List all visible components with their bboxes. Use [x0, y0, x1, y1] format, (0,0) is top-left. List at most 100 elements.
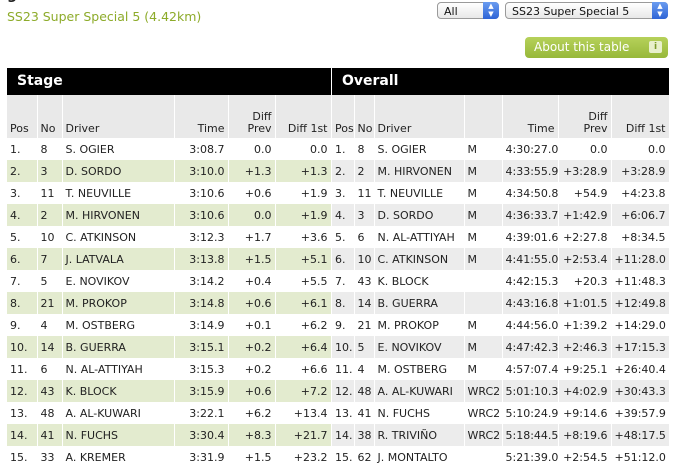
- overall-cell: +3:28.9: [611, 160, 670, 182]
- stage-cell: J. LATVALA: [62, 248, 175, 270]
- table-row[interactable]: 3. 11 T. NEUVILLE 3:10.6 +0.6 +1.9: [7, 182, 332, 204]
- overall-cell: 62: [354, 446, 375, 468]
- class-select[interactable]: All ▲ ▼: [437, 2, 499, 19]
- stage-cell: 8.: [7, 292, 38, 314]
- up-down-arrows-icon: ▲ ▼: [652, 2, 668, 19]
- stage-cell: 41: [37, 424, 63, 446]
- table-row[interactable]: 2. 2 M. HIRVONEN M 4:33:55.9 +3:28.9 +3:28.9: [332, 160, 670, 182]
- table-row[interactable]: 10. 5 E. NOVIKOV M 4:47:42.3 +2:46.3 +17:15.3: [332, 336, 670, 358]
- table-row[interactable]: 1. 8 S. OGIER M 4:30:27.0 0.0 0.0: [332, 138, 670, 160]
- stage-cell: +1.5: [228, 248, 276, 270]
- overall-cell: S. OGIER: [374, 138, 465, 160]
- overall-cell: D. SORDO: [374, 204, 465, 226]
- table-row[interactable]: 11. 4 M. OSTBERG M 4:57:07.4 +9:25.1 +26:40.4: [332, 358, 670, 380]
- stage-cell: 2.: [7, 160, 38, 182]
- table-row[interactable]: 8. 21 M. PROKOP 3:14.8 +0.6 +6.1: [7, 292, 332, 314]
- table-row[interactable]: 4. 3 D. SORDO M 4:36:33.7 +1:42.9 +6:06.7: [332, 204, 670, 226]
- table-row[interactable]: 1. 8 S. OGIER 3:08.7 0.0 0.0: [7, 138, 332, 160]
- overall-cell: 43: [354, 270, 375, 292]
- overall-cell: 5: [354, 336, 375, 358]
- overall-cell: +14:29.0: [611, 314, 670, 336]
- stage-cell: 5.: [7, 226, 38, 248]
- overall-column-header: [464, 95, 503, 138]
- stage-cell: +1.3: [275, 160, 332, 182]
- stage-cell: 14: [37, 336, 63, 358]
- table-row[interactable]: 13. 48 A. AL-KUWARI 3:22.1 +6.2 +13.4: [7, 402, 332, 424]
- overall-cell: 5:18:44.5: [502, 424, 559, 446]
- stage-cell: +6.2: [275, 314, 332, 336]
- stage-cell: 3:13.8: [174, 248, 229, 270]
- table-row[interactable]: 10. 14 B. GUERRA 3:15.1 +0.2 +6.4: [7, 336, 332, 358]
- overall-cell: 14.: [332, 424, 355, 446]
- overall-cell: 15.: [332, 446, 355, 468]
- overall-cell: 8: [354, 138, 375, 160]
- stage-select[interactable]: SS23 Super Special 5 ▲ ▼: [505, 2, 668, 19]
- stage-column-header: Time: [174, 95, 229, 138]
- overall-cell: 3.: [332, 182, 355, 204]
- stage-cell: 13.: [7, 402, 38, 424]
- stage-results-table: Pos No Driver Time Diff Prev Diff 1st 1. 8 S. O…: [7, 95, 332, 468]
- stage-cell: +1.7: [228, 226, 276, 248]
- stage-cell: 3:30.4: [174, 424, 229, 446]
- stage-cell: D. SORDO: [62, 160, 175, 182]
- stage-cell: 4: [37, 314, 63, 336]
- stage-cell: 48: [37, 402, 63, 424]
- overall-cell: +2:46.3: [558, 336, 612, 358]
- overall-cell: M: [464, 358, 503, 380]
- table-row[interactable]: 5. 6 N. AL-ATTIYAH M 4:39:01.6 +2:27.8 +8:34.5: [332, 226, 670, 248]
- table-row[interactable]: 13. 41 N. FUCHS WRC2 5:10:24.9 +9:14.6 +39:57.…: [332, 402, 670, 424]
- stage-cell: 5: [37, 270, 63, 292]
- overall-cell: A. AL-KUWARI: [374, 380, 465, 402]
- overall-column-header: Pos: [332, 95, 355, 138]
- stage-cell: 4.: [7, 204, 38, 226]
- table-row[interactable]: 9. 4 M. OSTBERG 3:14.9 +0.1 +6.2: [7, 314, 332, 336]
- overall-cell: M: [464, 226, 503, 248]
- overall-cell: R. TRIVIÑO: [374, 424, 465, 446]
- overall-cell: 21: [354, 314, 375, 336]
- overall-cell: +12:49.8: [611, 292, 670, 314]
- table-row[interactable]: 7. 5 E. NOVIKOV 3:14.2 +0.4 +5.5: [7, 270, 332, 292]
- table-row[interactable]: 15. 62 J. MONTALTO 5:21:39.0 +2:54.5 +51:12.0: [332, 446, 670, 468]
- overall-column-header: Time: [502, 95, 559, 138]
- table-row[interactable]: 14. 41 N. FUCHS 3:30.4 +8.3 +21.7: [7, 424, 332, 446]
- overall-cell: +51:12.0: [611, 446, 670, 468]
- stage-header-row: Pos No Driver Time Diff Prev Diff 1st: [7, 95, 332, 138]
- table-row[interactable]: 4. 2 M. HIRVONEN 3:10.6 0.0 +1.9: [7, 204, 332, 226]
- overall-cell: 5.: [332, 226, 355, 248]
- table-row[interactable]: 12. 48 A. AL-KUWARI WRC2 5:01:10.3 +4:02.9 +30…: [332, 380, 670, 402]
- stage-cell: +0.2: [228, 358, 276, 380]
- table-row[interactable]: 2. 3 D. SORDO 3:10.0 +1.3 +1.3: [7, 160, 332, 182]
- stage-cell: 3:12.3: [174, 226, 229, 248]
- stage-cell: 12.: [7, 380, 38, 402]
- overall-cell: 4:34:50.8: [502, 182, 559, 204]
- table-row[interactable]: 7. 43 K. BLOCK 4:42:15.3 +20.3 +11:48.3: [332, 270, 670, 292]
- stage-cell: 7: [37, 248, 63, 270]
- overall-cell: 2.: [332, 160, 355, 182]
- stage-cell: +23.2: [275, 446, 332, 468]
- stage-cell: 3:15.3: [174, 358, 229, 380]
- table-row[interactable]: 8. 14 B. GUERRA 4:43:16.8 +1:01.5 +12:49.8: [332, 292, 670, 314]
- stage-cell: 3:14.2: [174, 270, 229, 292]
- overall-cell: T. NEUVILLE: [374, 182, 465, 204]
- table-row[interactable]: 6. 10 C. ATKINSON M 4:41:55.0 +2:53.4 +11:28.0: [332, 248, 670, 270]
- stage-cell: 1.: [7, 138, 38, 160]
- overall-cell: M: [464, 336, 503, 358]
- stage-cell: +21.7: [275, 424, 332, 446]
- stage-cell: 10: [37, 226, 63, 248]
- table-row[interactable]: 12. 43 K. BLOCK 3:15.9 +0.6 +7.2: [7, 380, 332, 402]
- overall-cell: M: [464, 314, 503, 336]
- overall-cell: 4:39:01.6: [502, 226, 559, 248]
- table-row[interactable]: 5. 10 C. ATKINSON 3:12.3 +1.7 +3.6: [7, 226, 332, 248]
- stage-cell: A. AL-KUWARI: [62, 402, 175, 424]
- overall-cell: WRC2: [464, 380, 503, 402]
- table-row[interactable]: 14. 38 R. TRIVIÑO WRC2 5:18:44.5 +8:19.6 +48:1…: [332, 424, 670, 446]
- table-row[interactable]: 15. 33 A. KREMER 3:31.9 +1.5 +23.2: [7, 446, 332, 468]
- overall-cell: 4:30:27.0: [502, 138, 559, 160]
- stage-cell: 3:10.6: [174, 204, 229, 226]
- table-row[interactable]: 11. 6 N. AL-ATTIYAH 3:15.3 +0.2 +6.6: [7, 358, 332, 380]
- table-row[interactable]: 6. 7 J. LATVALA 3:13.8 +1.5 +5.1: [7, 248, 332, 270]
- table-row[interactable]: 9. 21 M. PROKOP M 4:44:56.0 +1:39.2 +14:29.0: [332, 314, 670, 336]
- about-table-button[interactable]: About this table i: [525, 37, 668, 58]
- table-row[interactable]: 3. 11 T. NEUVILLE M 4:34:50.8 +54.9 +4:23.8: [332, 182, 670, 204]
- stage-cell: +0.6: [228, 292, 276, 314]
